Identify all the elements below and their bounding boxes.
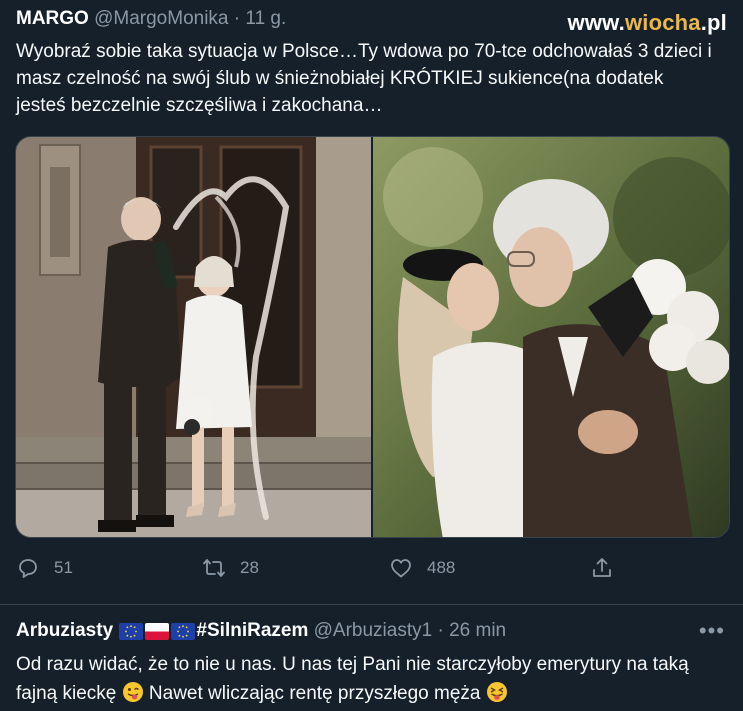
reply-author-name[interactable]: Arbuziasty [16, 620, 113, 642]
tweet-action-bar: 51 28 488 [16, 556, 716, 586]
tweet-header: MARGO @MargoMonika · 11 g. [16, 8, 286, 30]
reply-author-handle[interactable]: @Arbuziasty1 [314, 620, 433, 642]
like-count: 488 [427, 558, 456, 577]
media-photo-1[interactable] [16, 137, 371, 537]
squinting-face-with-tongue-icon [486, 681, 508, 703]
tweet-time[interactable]: 11 g. [245, 8, 286, 29]
wedding-embrace-photo-icon [373, 137, 729, 537]
share-icon [593, 558, 611, 577]
site-watermark: www.wiocha.pl [568, 10, 727, 36]
eu-flag-icon [171, 622, 196, 640]
reply-time[interactable]: 26 min [449, 620, 506, 642]
separator-dot: · [233, 8, 241, 29]
reply-hashtag[interactable]: #SilniRazem [196, 620, 308, 642]
eu-flag-icon [119, 622, 144, 640]
retweet-action[interactable]: 28 [202, 556, 259, 580]
tweet-screen: MARGO @MargoMonika · 11 g. www.wiocha.pl… [0, 0, 743, 711]
reply-count: 51 [54, 558, 73, 577]
watermark-prefix: www. [567, 10, 625, 35]
media-photo-2[interactable] [373, 137, 729, 537]
reply-text: Od razu widać, że to nie u nas. U nas te… [16, 650, 726, 708]
author-name[interactable]: MARGO [16, 8, 89, 29]
share-action[interactable] [590, 556, 614, 580]
tweet-media-grid [15, 136, 730, 538]
more-options-icon[interactable]: ••• [699, 618, 725, 644]
retweet-count: 28 [240, 558, 259, 577]
reply-icon [19, 559, 37, 578]
tweet-divider [0, 604, 743, 605]
retweet-icon [203, 559, 225, 577]
reply-text-part2: Nawet wliczając rentę przyszłego męża [148, 683, 481, 704]
wedding-champagne-photo-icon [16, 137, 371, 537]
reply-action[interactable]: 51 [16, 556, 73, 580]
reply-header: Arbuziasty #SilniRazem @Arbuziasty1 · 26… [16, 620, 506, 642]
tweet-text: Wyobraź sobie taka sytuacja w Polsce…Ty … [16, 41, 712, 116]
poland-flag-icon [145, 622, 170, 640]
reply-separator-dot: · [437, 620, 444, 641]
watermark-highlight: wiocha [624, 10, 701, 35]
watermark-suffix: .pl [700, 10, 727, 35]
like-action[interactable]: 488 [389, 556, 455, 580]
winking-face-with-tongue-icon [122, 681, 144, 703]
author-handle[interactable]: @MargoMonika [94, 8, 228, 29]
heart-icon [391, 559, 411, 578]
